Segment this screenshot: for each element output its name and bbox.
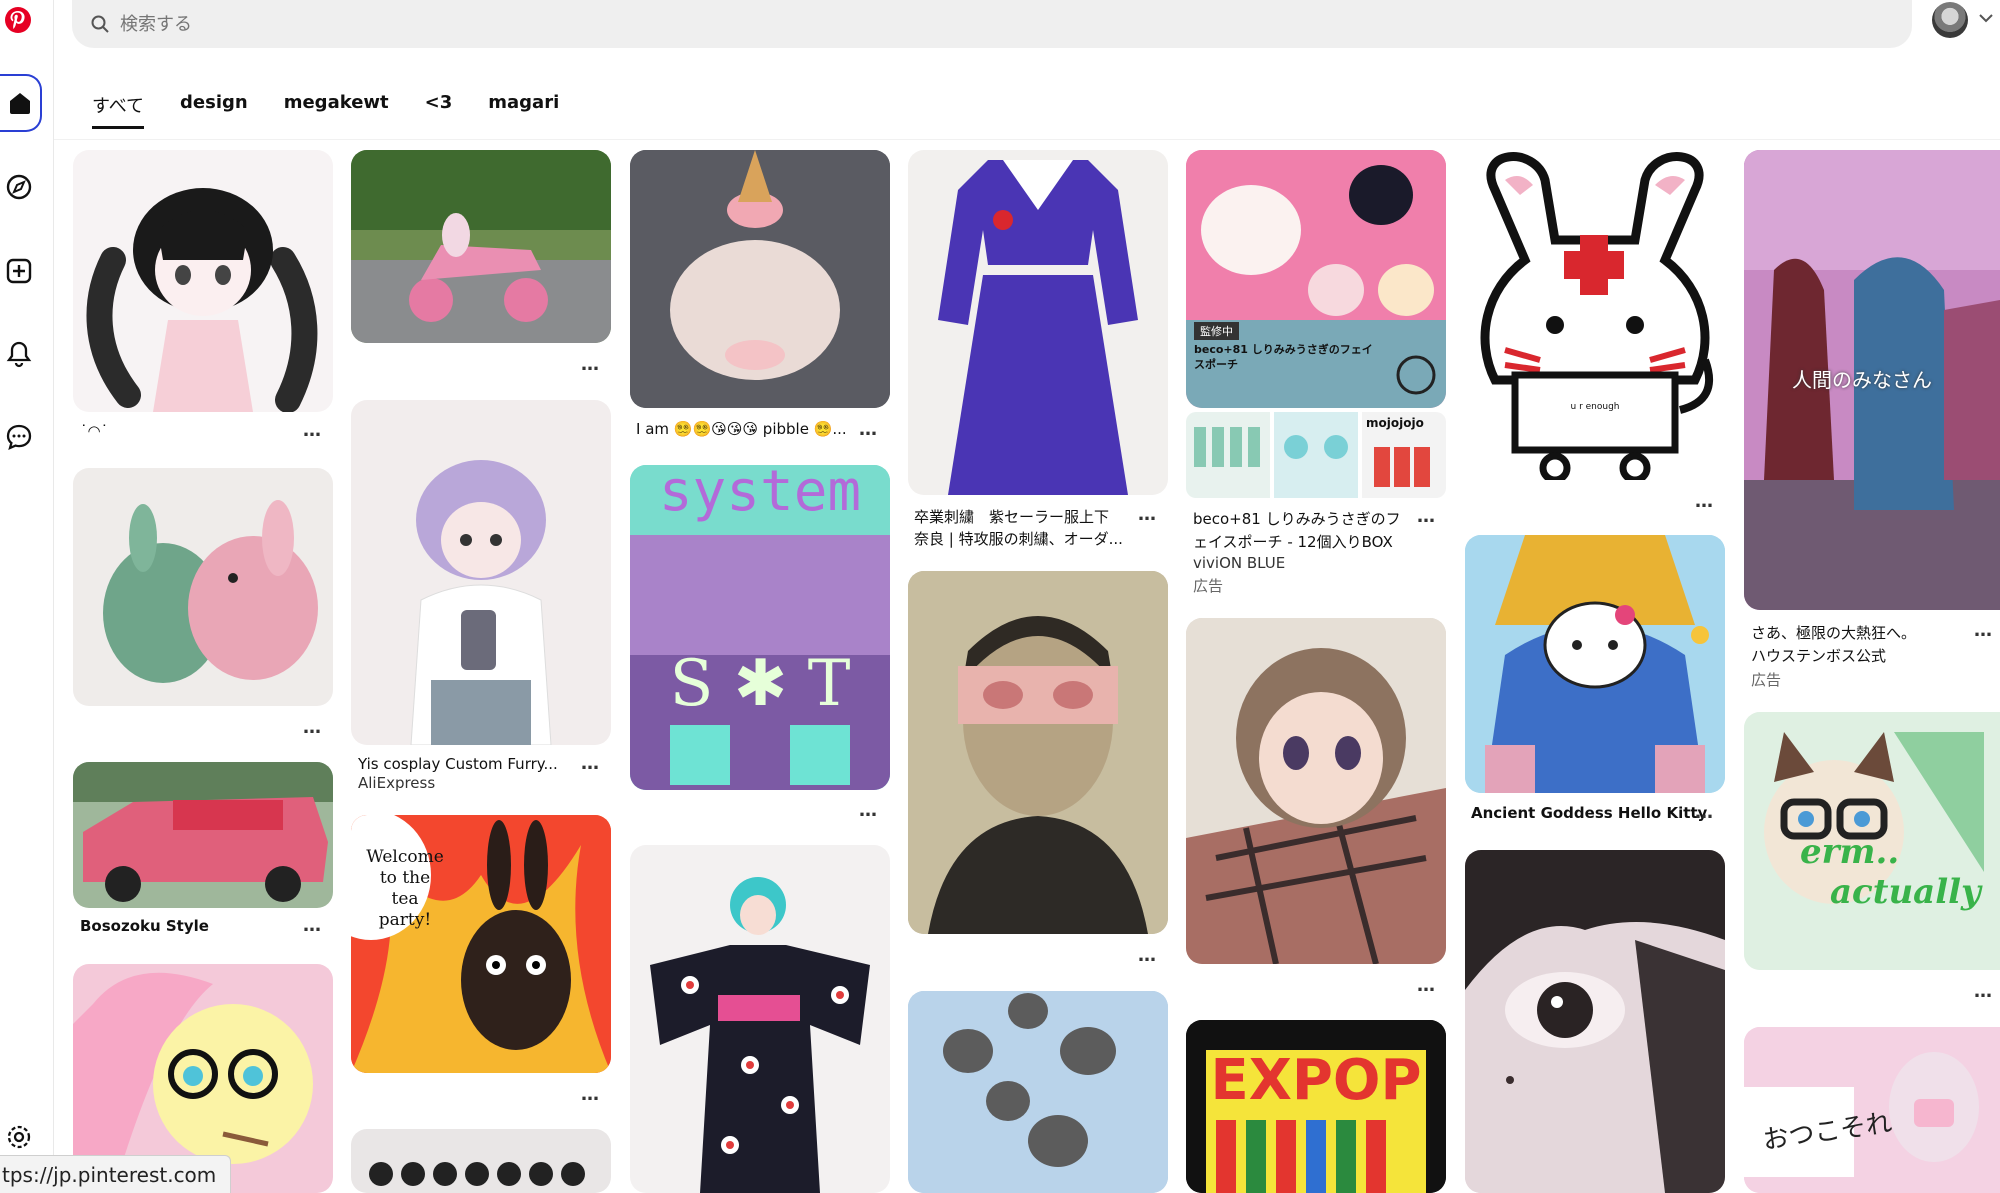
pin-title[interactable]: Bosozoku Style [80,917,209,935]
ad-label: 広告 [1193,577,1224,595]
pin-title[interactable]: I am 😵‍💫😵‍💫😘😘😘 pibble 😵‍💫... [636,420,846,438]
plus-square-icon [6,258,32,284]
more-button[interactable]: … [303,420,322,441]
more-button[interactable]: … [1695,491,1714,512]
tab-heart[interactable]: <3 [425,88,453,129]
pin-image-ice-cream-cat[interactable] [630,150,890,408]
more-button[interactable]: … [581,354,600,375]
pin-source[interactable]: AliExpress [358,774,435,792]
notifications-button[interactable] [0,327,40,381]
pin-image-system-poster[interactable]: S ✱ T system [630,465,890,790]
pin-image-tea-party-bunny[interactable]: Welcome to the tea party! [351,815,611,1073]
pin-badge: 監修中 [1194,322,1239,340]
chevron-down-icon[interactable] [1976,8,1996,28]
svg-text:S ✱ T: S ✱ T [670,647,851,721]
pin-overlay-text: erm.. actually [1800,832,1981,912]
pin-overlay-text: Welcome to the tea party! [366,847,444,930]
pin-image-anime-plush[interactable] [1186,618,1446,964]
more-button[interactable]: … [1974,620,1993,641]
pin-image-bunnies[interactable] [73,468,333,706]
more-button[interactable]: … [1417,506,1436,527]
pin-overlay-text: mojojojo [1366,416,1424,430]
more-button[interactable]: … [581,753,600,774]
pin-image-vintage-portrait[interactable] [908,571,1168,934]
pin-overlay-line: actually [1830,872,1981,912]
more-button[interactable]: … [1695,802,1714,823]
more-button[interactable]: … [1138,945,1157,966]
pin-overlay-text: 人間のみなさん [1792,368,1932,392]
pin-title[interactable]: さあ、極限の大熱狂へ。 [1751,622,1916,643]
chat-bubble-icon [6,424,32,451]
search-icon [91,15,109,33]
gear-icon [7,1125,31,1149]
pinterest-logo[interactable] [0,0,40,40]
avatar[interactable] [1932,2,1968,38]
search-bar[interactable] [72,0,1912,48]
pin-image-bosozoku-car[interactable] [73,762,333,908]
pin-overlay-text: EXPOP [1210,1048,1422,1113]
pin-image-cosplay[interactable] [351,400,611,745]
ad-label: 広告 [1751,671,1782,689]
more-button[interactable]: … [859,419,878,440]
pin-title[interactable]: 卒業刺繍 紫セーラー服上下 [914,506,1109,527]
divider [54,139,2000,140]
tab-all[interactable]: すべて [92,88,145,129]
explore-button[interactable] [0,160,40,214]
search-input[interactable] [120,13,720,35]
messages-button[interactable] [0,410,40,464]
bell-icon [6,341,32,368]
more-button[interactable]: … [1138,504,1157,525]
pin-image-kimono[interactable] [630,845,890,1193]
pin-image-expop[interactable]: EXPOP [1186,1020,1446,1193]
more-button[interactable]: … [1417,975,1436,996]
pin-title[interactable]: beco+81 しりみみうさぎのフ [1193,508,1401,529]
pin-image-floating-blobs[interactable] [908,991,1168,1193]
pin-title-line2[interactable]: 奈良 | 特攻服の刺繍、オーダ... [914,528,1134,549]
compass-icon [6,174,32,200]
status-bar-url: tps://jp.pinterest.com [0,1155,232,1193]
pin-overlay-text: u r enough [1570,402,1620,412]
pin-image-nurse-bunny[interactable]: u r enough [1465,150,1725,480]
pin-image-pouch-products[interactable]: mojojojo [1186,412,1446,498]
pinterest-logo-icon [5,7,31,33]
pin-title[interactable]: Yis cosplay Custom Furry... [358,755,578,773]
pin-image-pink-motorcycle[interactable] [351,150,611,343]
pin-image-group-photo[interactable] [351,1129,611,1193]
home-button[interactable] [0,74,42,132]
more-button[interactable]: … [581,1084,600,1105]
board-tabs: すべて design megakewt <3 magari [92,88,595,129]
more-button[interactable]: … [1974,981,1993,1002]
pin-image-pouch-ad[interactable]: 監修中 beco+81 しりみみうさぎのフェイスポーチ [1186,150,1446,408]
pin-image-anime-girl[interactable] [73,150,333,412]
pin-image-hello-kitty-goddess[interactable] [1465,535,1725,793]
tab-magari[interactable]: magari [488,88,559,129]
more-button[interactable]: … [303,717,322,738]
settings-button[interactable] [0,1117,40,1157]
pin-image-erm-actually-cat[interactable]: erm.. actually [1744,712,2000,970]
pin-image-sailor-uniform[interactable] [908,150,1168,495]
tab-design[interactable]: design [180,88,248,129]
pin-overlay-line: erm.. [1800,832,1900,872]
pin-image-pink-sign-girl[interactable]: おつこそれ [1744,1027,2000,1193]
pin-overlay-text: beco+81 しりみみうさぎのフェイスポーチ [1194,343,1373,371]
pin-title-line2[interactable]: ハウステンボス公式 [1751,645,1886,666]
pin-image-huis-ten-bosch[interactable]: 人間のみなさん [1744,150,2000,610]
tab-megakewt[interactable]: megakewt [284,88,389,129]
pin-title-line2[interactable]: ェイスポーチ - 12個入りBOX [1193,531,1393,552]
more-button[interactable]: … [859,800,878,821]
sidebar [0,0,54,1193]
pin-title[interactable]: Ancient Goddess Hello Kitty [1471,804,1707,822]
home-icon [10,93,30,114]
pin-overlay-text: system [658,465,862,524]
create-button[interactable] [0,244,40,298]
pin-title[interactable]: ˙◠˙ [80,422,108,440]
more-button[interactable]: … [303,915,322,936]
pin-image-closeup-eye[interactable] [1465,850,1725,1193]
pin-source[interactable]: viviON BLUE [1193,554,1285,572]
